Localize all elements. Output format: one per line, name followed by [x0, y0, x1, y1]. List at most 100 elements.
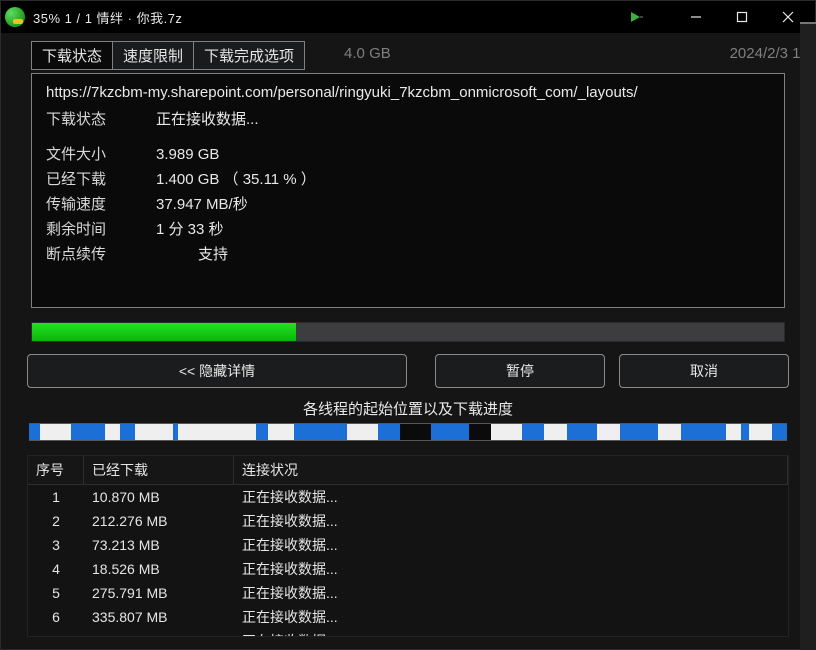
cell-status: 正在接收数据...: [234, 485, 788, 509]
tab-speed-limit[interactable]: 速度限制: [112, 41, 194, 70]
thread-segment: [544, 424, 567, 440]
row-status: 下载状态 正在接收数据...: [46, 107, 770, 132]
cell-index: 6: [28, 605, 84, 629]
cell-index: 4: [28, 557, 84, 581]
cancel-button[interactable]: 取消: [619, 354, 789, 388]
download-url: https://7kzcbm-my.sharepoint.com/persona…: [46, 84, 770, 101]
cell-index: 3: [28, 533, 84, 557]
table-header: 序号 已经下载 连接状况: [28, 456, 788, 485]
thread-progress-bar: [29, 423, 787, 441]
row-size: 文件大小 3.989 GB: [46, 142, 770, 167]
hide-details-button[interactable]: << 隐藏详情: [27, 354, 407, 388]
thread-segment: [522, 424, 545, 440]
thread-segment: [378, 424, 401, 440]
window-title: 35% 1 / 1 情绊 · 你我.7z: [33, 8, 182, 27]
value-downloaded: 1.400 GB （ 35.11 % ）: [156, 167, 316, 192]
play-icon: [629, 10, 643, 24]
tab-on-complete[interactable]: 下载完成选项: [193, 41, 305, 70]
info-panel: https://7kzcbm-my.sharepoint.com/persona…: [31, 73, 785, 308]
cell-downloaded: 73.213 MB: [84, 533, 234, 557]
value-status: 正在接收数据...: [156, 107, 259, 132]
label-speed: 传输速度: [46, 192, 156, 217]
col-status[interactable]: 连接状况: [234, 456, 788, 485]
subheader: 下载状态 速度限制 下载完成选项 4.0 GB 2024/2/3 14:: [1, 33, 815, 73]
thread-title: 各线程的起始位置以及下载进度: [1, 398, 815, 419]
value-remaining: 1 分 33 秒: [156, 217, 224, 242]
thread-segment: [347, 424, 377, 440]
thread-segment: [29, 424, 40, 440]
cell-downloaded: 275.791 MB: [84, 581, 234, 605]
thread-segment: [400, 424, 430, 440]
cell-status: 正在接收数据...: [234, 533, 788, 557]
app-icon: [5, 7, 25, 27]
thread-segment: [772, 424, 787, 440]
cell-status: 正在接收数据...: [234, 629, 788, 636]
col-downloaded[interactable]: 已经下载: [84, 456, 234, 485]
label-size: 文件大小: [46, 142, 156, 167]
cell-index: 2: [28, 509, 84, 533]
thread-segment: [741, 424, 749, 440]
table-row[interactable]: 6335.807 MB正在接收数据...: [28, 605, 788, 629]
pause-button[interactable]: 暂停: [435, 354, 605, 388]
cell-downloaded: 335.807 MB: [84, 605, 234, 629]
col-index[interactable]: 序号: [28, 456, 84, 485]
table-row[interactable]: 78.291 MB正在接收数据...: [28, 629, 788, 636]
label-status: 下载状态: [46, 107, 156, 132]
cell-index: 7: [28, 629, 84, 636]
table-row[interactable]: 373.213 MB正在接收数据...: [28, 533, 788, 557]
minimize-button[interactable]: [673, 1, 719, 33]
thread-segment: [749, 424, 772, 440]
progress-fill: [32, 323, 296, 341]
row-downloaded: 已经下载 1.400 GB （ 35.11 % ）: [46, 167, 770, 192]
cell-downloaded: 212.276 MB: [84, 509, 234, 533]
table-row[interactable]: 5275.791 MB正在接收数据...: [28, 581, 788, 605]
cell-status: 正在接收数据...: [234, 605, 788, 629]
thread-segment: [120, 424, 135, 440]
table-row[interactable]: 418.526 MB正在接收数据...: [28, 557, 788, 581]
thread-segment: [135, 424, 173, 440]
cell-downloaded: 18.526 MB: [84, 557, 234, 581]
cell-status: 正在接收数据...: [234, 581, 788, 605]
threads-table: 序号 已经下载 连接状况 110.870 MB正在接收数据...2212.276…: [27, 455, 789, 637]
cell-status: 正在接收数据...: [234, 509, 788, 533]
table-row[interactable]: 110.870 MB正在接收数据...: [28, 485, 788, 509]
titlebar[interactable]: 35% 1 / 1 情绊 · 你我.7z: [1, 1, 815, 33]
tabstrip: 下载状态 速度限制 下载完成选项: [31, 41, 304, 70]
thread-segment: [105, 424, 120, 440]
progress-bar: [31, 322, 785, 342]
thread-segment: [597, 424, 620, 440]
table-body: 110.870 MB正在接收数据...2212.276 MB正在接收数据...3…: [28, 485, 788, 636]
thread-segment: [681, 424, 726, 440]
label-remaining: 剩余时间: [46, 217, 156, 242]
row-remaining: 剩余时间 1 分 33 秒: [46, 217, 770, 242]
file-size-hint: 4.0 GB: [344, 45, 391, 62]
thread-segment: [40, 424, 70, 440]
cell-index: 5: [28, 581, 84, 605]
table-row[interactable]: 2212.276 MB正在接收数据...: [28, 509, 788, 533]
thread-segment: [567, 424, 597, 440]
thread-segment: [256, 424, 267, 440]
tab-download-status[interactable]: 下载状态: [31, 41, 113, 70]
label-downloaded: 已经下载: [46, 167, 156, 192]
thread-segment: [620, 424, 658, 440]
download-window: 35% 1 / 1 情绊 · 你我.7z 下载状态 速度限制 下载完成选项 4.…: [0, 0, 816, 650]
thread-segment: [431, 424, 469, 440]
button-row: << 隐藏详情 暂停 取消: [27, 354, 789, 388]
row-speed: 传输速度 37.947 MB/秒: [46, 192, 770, 217]
thread-segment: [178, 424, 256, 440]
thread-segment: [726, 424, 741, 440]
cell-downloaded: 8.291 MB: [84, 629, 234, 636]
thread-segment: [658, 424, 681, 440]
thread-segment: [71, 424, 105, 440]
cell-downloaded: 10.870 MB: [84, 485, 234, 509]
value-size: 3.989 GB: [156, 142, 219, 167]
cell-index: 1: [28, 485, 84, 509]
value-speed: 37.947 MB/秒: [156, 192, 248, 217]
thread-segment: [294, 424, 347, 440]
thread-segment: [268, 424, 295, 440]
maximize-button[interactable]: [719, 1, 765, 33]
row-resume: 断点续传 支持: [46, 242, 770, 267]
thread-segment: [491, 424, 521, 440]
value-resume: 支持: [156, 242, 228, 267]
thread-segment: [469, 424, 492, 440]
